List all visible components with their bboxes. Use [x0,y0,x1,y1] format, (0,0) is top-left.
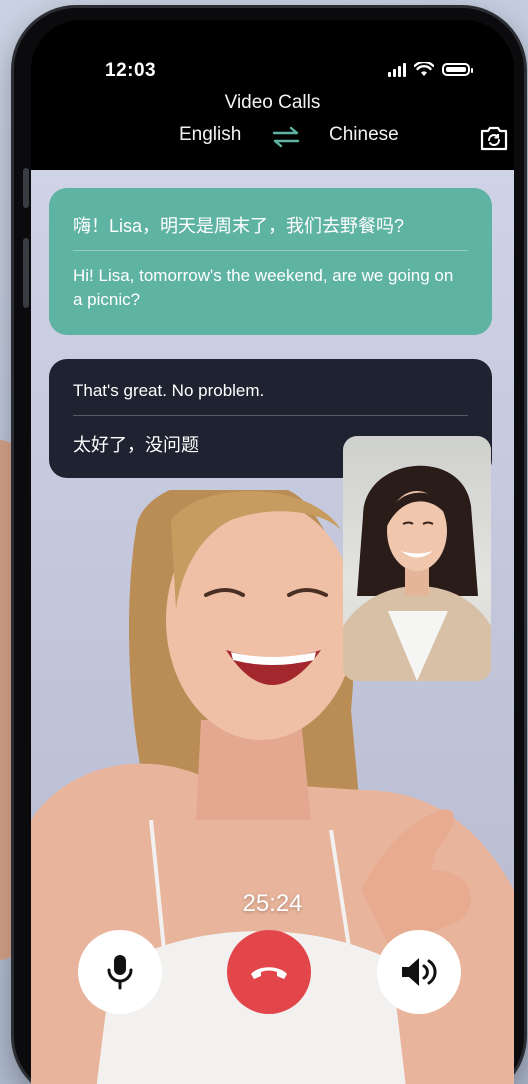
camera-switch-icon[interactable] [479,124,509,152]
hang-up-icon [251,967,287,979]
divider [73,415,468,416]
call-timer: 25:24 [242,890,303,917]
source-language[interactable]: English [179,124,241,146]
remote-video: 嗨！Lisa，明天是周末了，我们去野餐吗? Hi! Lisa, tomorrow… [31,170,514,1084]
status-icons [388,62,473,77]
phone-screen: 12:03 Video Calls English Chinese 嗨！Lisa… [31,20,514,1084]
message-translation: Hi! Lisa, tomorrow's the weekend, are we… [73,266,454,309]
message-original: That's great. No problem. [73,381,265,400]
divider [73,250,468,251]
call-title: Video Calls [224,92,321,113]
self-view-video[interactable] [343,436,491,681]
battery-icon [442,63,473,76]
language-selector: English Chinese [31,124,514,152]
end-call-button[interactable] [227,930,311,1014]
message-bubble-incoming: 嗨！Lisa，明天是周末了，我们去野餐吗? Hi! Lisa, tomorrow… [49,188,492,335]
message-translation: 太好了，没问题 [73,435,199,455]
phone-frame: 12:03 Video Calls English Chinese 嗨！Lisa… [14,8,524,1084]
target-language[interactable]: Chinese [329,124,399,146]
status-time: 12:03 [105,60,157,81]
status-bar: 12:03 Video Calls English Chinese [31,20,514,170]
message-original: 嗨！Lisa，明天是周末了，我们去野餐吗? [73,216,405,236]
wifi-icon [414,62,434,76]
signal-icon [388,62,406,77]
self-view-illustration [343,465,491,681]
microphone-icon [107,955,133,990]
speaker-button[interactable] [377,930,461,1014]
swap-arrows-icon[interactable] [271,126,301,148]
speaker-icon [402,958,437,986]
side-button [23,238,29,308]
mute-button[interactable] [78,930,162,1014]
side-button [23,168,29,208]
